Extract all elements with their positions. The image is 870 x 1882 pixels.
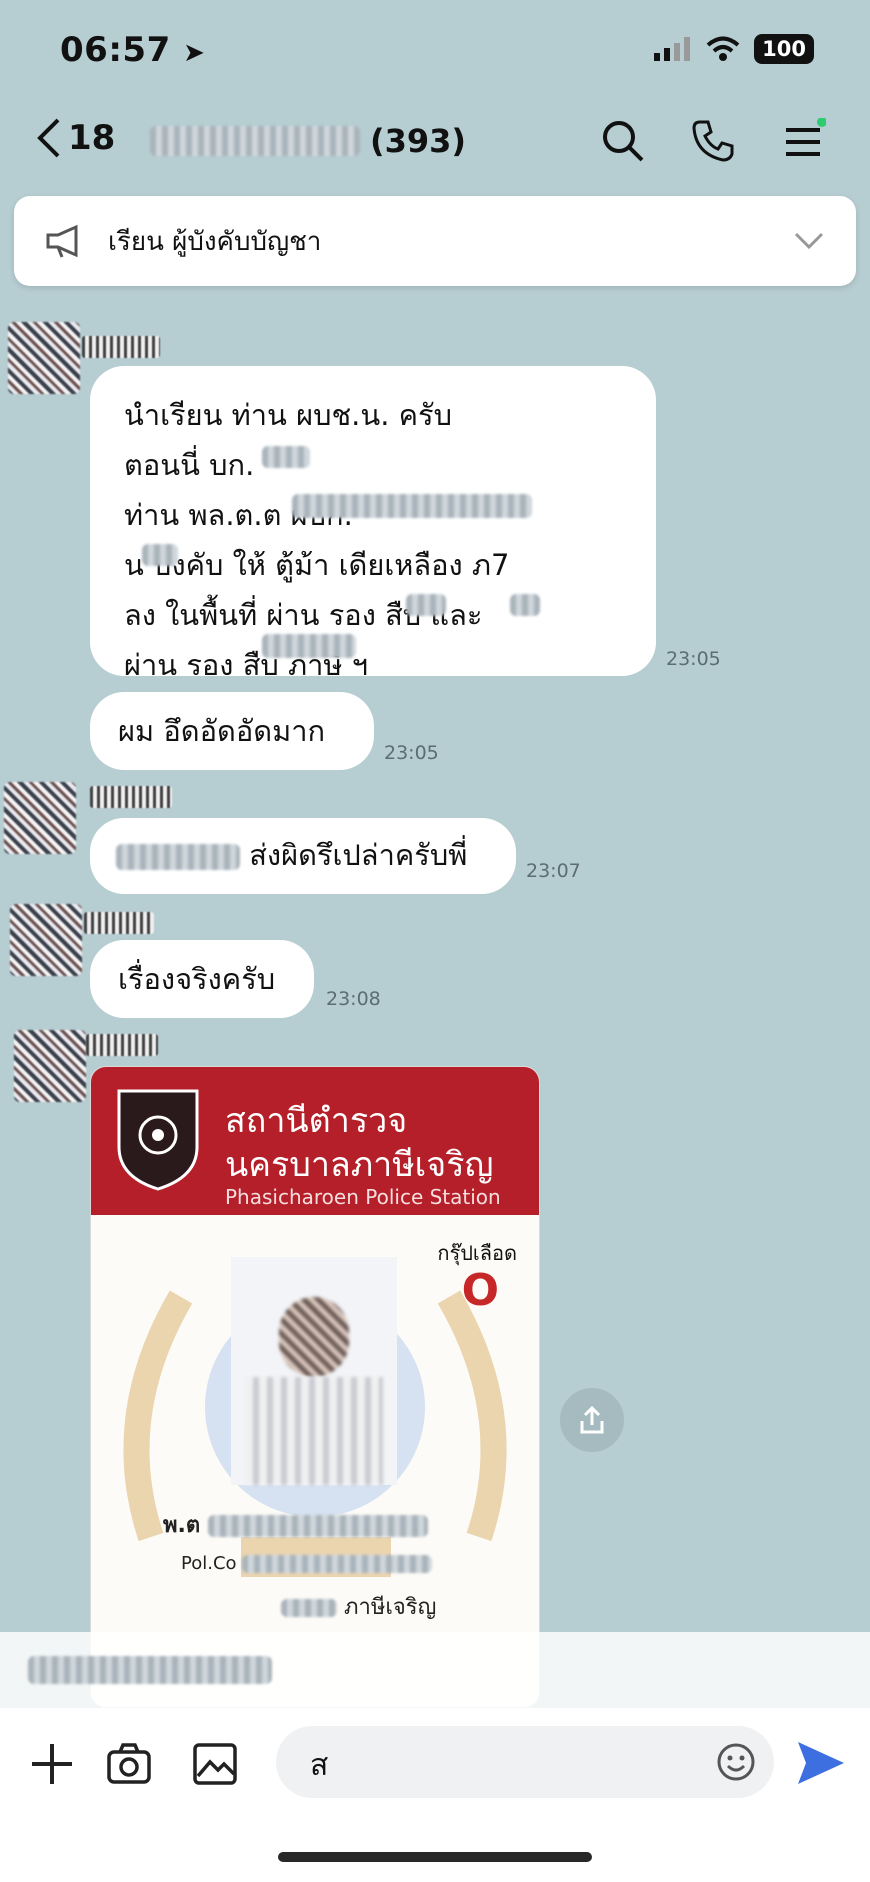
member-count: (393)	[370, 122, 467, 160]
image-gallery-icon[interactable]	[192, 1742, 238, 1786]
status-indicators: 100	[654, 34, 814, 64]
chat-title[interactable]: (393)	[150, 122, 466, 160]
sender-avatar[interactable]	[4, 782, 76, 854]
shared-image-police-id-card[interactable]: สถานีตำรวจ นครบาลภาษีเจริญ Phasicharoen …	[90, 1066, 540, 1708]
message-input[interactable]: ส	[276, 1726, 774, 1798]
message-bubble[interactable]: ส่งผิดรึเปล่าครับพี่	[90, 818, 516, 894]
card-title-th-2: นครบาลภาษีเจริญ	[225, 1145, 494, 1185]
officer-name-en-prefix: Pol.Co	[181, 1553, 237, 1574]
redacted-text	[242, 1555, 433, 1573]
redacted-text	[292, 494, 532, 518]
officer-name-th: พ.ต	[163, 1507, 428, 1542]
chevron-left-icon	[37, 118, 60, 158]
back-button[interactable]: 18	[36, 118, 115, 158]
redacted-text	[142, 544, 178, 566]
share-button[interactable]	[560, 1388, 624, 1452]
back-count: 18	[68, 118, 116, 158]
message-time: 23:07	[526, 860, 581, 882]
sender-avatar[interactable]	[10, 904, 82, 976]
redacted-text	[262, 446, 310, 468]
megaphone-icon	[46, 224, 78, 258]
status-time-text: 06:57	[60, 30, 171, 70]
share-icon	[580, 1405, 604, 1434]
redacted-text	[207, 1515, 428, 1537]
officer-name-th-prefix: พ.ต	[163, 1513, 201, 1538]
signal-icon	[654, 37, 691, 61]
message-bubble[interactable]: ผม อึดอัดอัดมาก	[90, 692, 374, 770]
message-time: 23:08	[326, 988, 381, 1010]
message-text: เรื่องจริงครับ	[118, 962, 276, 996]
card-title-en: Phasicharoen Police Station	[225, 1185, 501, 1209]
send-icon[interactable]	[796, 1740, 846, 1786]
redacted-text	[262, 634, 356, 658]
redacted-text	[28, 1656, 272, 1684]
message-text: ผม อึดอัดอัดมาก	[118, 714, 326, 748]
redacted-text	[510, 594, 540, 616]
redacted-text	[116, 844, 240, 870]
location-arrow-icon: ➤	[183, 38, 206, 68]
camera-icon[interactable]	[106, 1742, 152, 1786]
sender-name	[84, 912, 154, 934]
message-line: ผ่าน รอง สืบ ภาษี ฯ	[124, 648, 369, 682]
message-line: ลง ในพื้นที่ ผ่าน รอง สืบ และ	[124, 598, 483, 632]
sender-name	[86, 1034, 158, 1056]
message-time: 23:05	[666, 648, 721, 670]
redacted-text	[406, 594, 446, 616]
announcement-text: เรียน ผู้บังคับบัญชา	[108, 226, 322, 257]
phone-icon[interactable]	[690, 118, 736, 164]
emoji-icon[interactable]	[716, 1742, 756, 1782]
chevron-down-icon[interactable]	[794, 232, 824, 250]
home-indicator	[278, 1852, 592, 1862]
redacted-text	[281, 1599, 337, 1617]
blood-group-value: O	[461, 1265, 499, 1316]
redacted-group-name	[150, 126, 360, 156]
sender-name	[90, 786, 172, 808]
reply-preview-bar[interactable]	[0, 1632, 870, 1708]
sender-avatar[interactable]	[14, 1030, 86, 1102]
message-time: 23:05	[384, 742, 439, 764]
wifi-icon	[706, 36, 740, 61]
officer-photo	[231, 1257, 397, 1485]
officer-station: ภาษีเจริญ	[281, 1589, 436, 1624]
message-text: ส่งผิดรึเปล่าครับพี่	[249, 838, 468, 872]
message-bubble[interactable]: นำเรียน ท่าน ผบช.น. ครับ ตอนนี่ บก. ท่าน…	[90, 366, 656, 682]
message-line: นำเรียน ท่าน ผบช.น. ครับ	[124, 398, 453, 432]
officer-station-text: ภาษีเจริญ	[344, 1595, 437, 1620]
menu-icon[interactable]	[780, 118, 826, 164]
battery-icon: 100	[754, 34, 814, 64]
card-header: สถานีตำรวจ นครบาลภาษีเจริญ Phasicharoen …	[91, 1067, 539, 1215]
header-actions	[600, 118, 826, 164]
sender-avatar[interactable]	[8, 322, 80, 394]
officer-name-en: Pol.Co	[181, 1553, 433, 1574]
search-icon[interactable]	[600, 118, 646, 164]
message-line: น บังคับ ให้ ตู้ม้า เดียเหลือง ภ7	[124, 548, 510, 582]
message-bubble[interactable]: เรื่องจริงครับ	[90, 940, 314, 1018]
message-line: ตอนนี่ บก.	[124, 448, 255, 482]
police-badge-icon	[117, 1089, 199, 1191]
sender-name	[82, 336, 160, 358]
message-input-text: ส	[310, 1748, 329, 1783]
announcement-banner[interactable]: เรียน ผู้บังคับบัญชา	[14, 196, 856, 286]
status-time: 06:57 ➤	[60, 30, 205, 70]
plus-icon[interactable]	[30, 1742, 74, 1786]
